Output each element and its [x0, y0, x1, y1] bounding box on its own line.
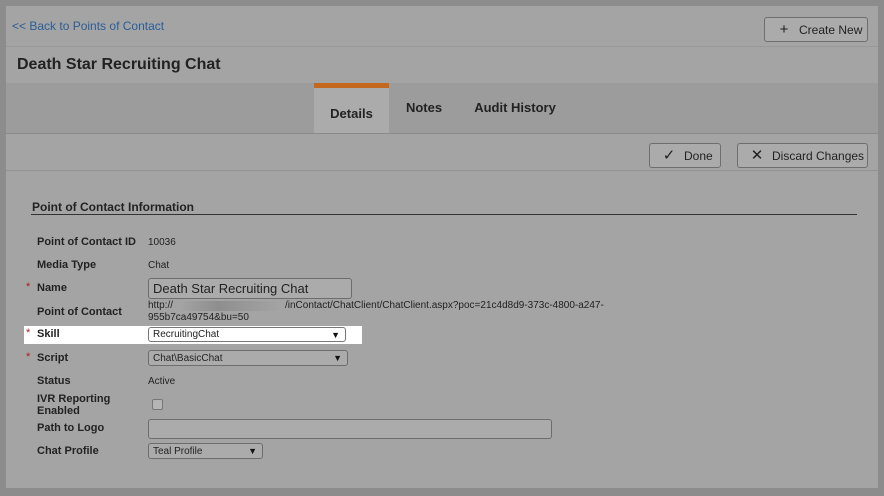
media-type-label: Media Type: [37, 259, 97, 271]
script-label: Script: [37, 352, 69, 364]
ivr-label-line1: IVR Reporting: [37, 393, 111, 405]
chat-profile-select-value: Teal Profile: [153, 445, 203, 457]
poc-url-line2: 955b7ca49754&bu=50: [148, 312, 249, 323]
redacted-host: [183, 301, 284, 311]
page: << Back to Points of Contact + Create Ne…: [6, 6, 878, 488]
script-select-value: Chat\BasicChat: [153, 352, 223, 364]
dropdown-arrow-icon: ▼: [331, 329, 340, 340]
status-value: Active: [148, 376, 176, 387]
action-bar: ✓ Done ✕ Discard Changes: [6, 134, 878, 171]
section-divider: [31, 214, 857, 215]
chat-profile-select[interactable]: Teal Profile ▼: [148, 443, 263, 459]
tab-bar: Details Notes Audit History: [6, 83, 878, 134]
script-required-marker: *: [26, 351, 31, 363]
discard-changes-button[interactable]: ✕ Discard Changes: [737, 143, 868, 168]
check-icon: ✓: [662, 146, 676, 164]
poc-url-prefix: http://: [148, 300, 174, 311]
title-bar: Death Star Recruiting Chat: [6, 46, 878, 84]
skill-select-value: RecruitingChat: [153, 329, 220, 340]
poc-url-path: /inContact/ChatClient/ChatClient.aspx?po…: [285, 300, 604, 311]
tab-details[interactable]: Details: [314, 83, 389, 133]
create-new-button[interactable]: + Create New: [764, 17, 868, 42]
ivr-label-line2: Enabled: [37, 405, 80, 417]
done-button[interactable]: ✓ Done: [649, 143, 721, 168]
page-title: Death Star Recruiting Chat: [17, 56, 221, 73]
chat-profile-label: Chat Profile: [37, 445, 99, 457]
name-required-marker: *: [26, 281, 31, 293]
dropdown-arrow-icon: ▼: [248, 446, 257, 456]
x-icon: ✕: [750, 146, 764, 164]
name-label: Name: [37, 282, 67, 294]
logo-path-input[interactable]: [148, 419, 552, 439]
poc-id-value: 10036: [148, 237, 176, 248]
top-bar: << Back to Points of Contact + Create Ne…: [6, 6, 878, 44]
logo-path-label: Path to Logo: [37, 422, 105, 434]
skill-select[interactable]: RecruitingChat ▼: [148, 327, 346, 342]
plus-icon: +: [779, 20, 789, 38]
poc-url-label: Point of Contact: [37, 306, 122, 318]
dropdown-arrow-icon: ▼: [333, 353, 342, 363]
media-type-value: Chat: [148, 260, 170, 271]
ivr-reporting-checkbox[interactable]: [152, 399, 163, 410]
section-title: Point of Contact Information: [32, 200, 194, 214]
poc-id-label: Point of Contact ID: [37, 236, 136, 248]
name-input[interactable]: Death Star Recruiting Chat: [148, 278, 352, 299]
tab-notes[interactable]: Notes: [400, 83, 448, 133]
done-label: Done: [684, 148, 713, 163]
script-select[interactable]: Chat\BasicChat ▼: [148, 350, 348, 366]
skill-required-marker: *: [26, 327, 31, 339]
back-to-points-of-contact-link[interactable]: << Back to Points of Contact: [12, 19, 164, 33]
status-label: Status: [37, 375, 71, 387]
skill-label: Skill: [37, 328, 60, 340]
tab-audit-history[interactable]: Audit History: [468, 83, 562, 133]
discard-changes-label: Discard Changes: [772, 148, 865, 163]
create-new-label: Create New: [799, 22, 863, 37]
